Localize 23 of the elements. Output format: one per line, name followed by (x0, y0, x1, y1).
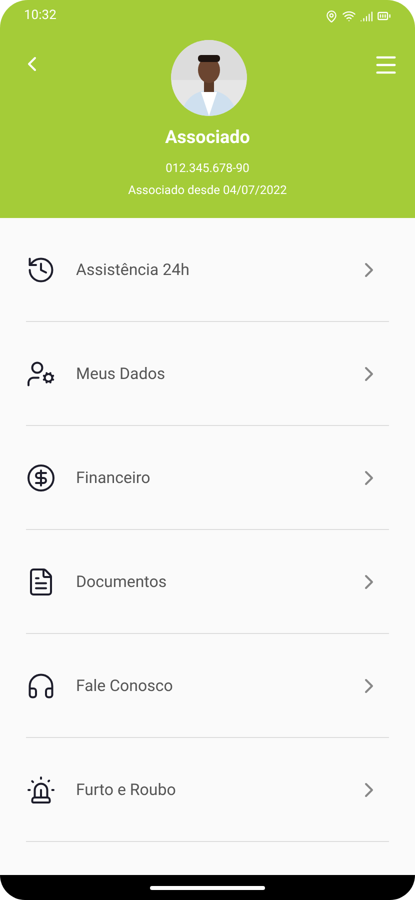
home-indicator[interactable] (150, 886, 265, 890)
battery-icon (377, 9, 391, 23)
menu-item[interactable]: Financeiro (26, 426, 389, 530)
signal-icon (360, 10, 373, 22)
menu-item[interactable]: Documentos (26, 530, 389, 634)
dollar-icon (26, 462, 56, 492)
menu-item-label: Fale Conosco (76, 674, 174, 696)
siren-icon (26, 774, 56, 804)
location-icon (325, 10, 338, 22)
status-time: 10:32 (24, 7, 56, 26)
profile-document: 012.345.678-90 (166, 160, 250, 177)
wifi-icon (342, 9, 356, 23)
menu-item-label: Assistência 24h (76, 258, 190, 280)
menu-item-label: Furto e Roubo (76, 778, 177, 800)
menu-item-label: Financeiro (76, 466, 152, 488)
profile-name: Associado (165, 126, 250, 150)
menu-item[interactable]: Assistência 24h (26, 218, 389, 322)
member-since: Associado desde 04/07/2022 (128, 182, 287, 199)
menu-item-label: Meus Dados (76, 362, 166, 384)
menu-item[interactable]: Fale Conosco (26, 634, 389, 738)
menu-item[interactable]: Furto e Roubo (26, 738, 389, 842)
menu-item-label: Documentos (76, 570, 168, 592)
menu-item[interactable]: Meus Dados (26, 322, 389, 426)
